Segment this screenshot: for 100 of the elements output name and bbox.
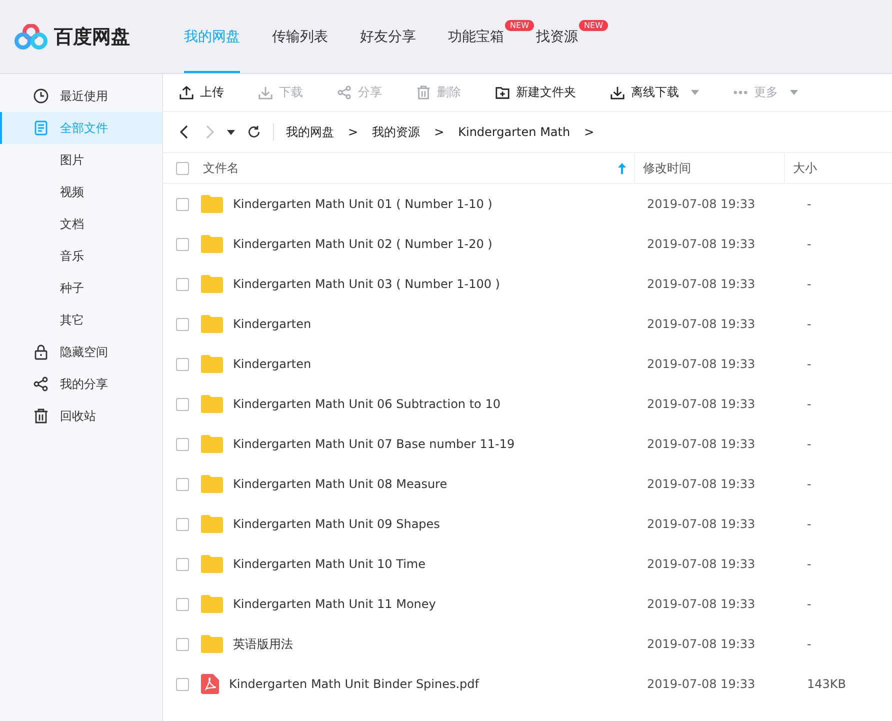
- file-name[interactable]: Kindergarten Math Unit 07 Base number 11-19: [233, 437, 515, 451]
- file-name[interactable]: Kindergarten: [233, 357, 312, 371]
- row-checkbox[interactable]: [176, 198, 189, 210]
- folder-icon: [201, 475, 223, 493]
- row-checkbox[interactable]: [176, 238, 189, 250]
- folder-icon: [201, 595, 223, 613]
- file-size: 143KB: [806, 677, 846, 691]
- row-checkbox[interactable]: [176, 478, 189, 490]
- sidebar-subitem[interactable]: 视频: [0, 176, 162, 208]
- file-size: -: [806, 317, 812, 331]
- modified-time: 2019-07-08 19:33: [646, 397, 756, 411]
- modified-time: 2019-07-08 19:33: [646, 197, 756, 211]
- modified-time: 2019-07-08 19:33: [646, 357, 756, 371]
- folder-icon: [201, 195, 223, 213]
- row-checkbox[interactable]: [176, 638, 189, 650]
- row-checkbox[interactable]: [176, 398, 189, 410]
- toolbar-button[interactable]: 上传: [179, 84, 224, 101]
- file-name[interactable]: Kindergarten Math Unit 06 Subtraction to 10: [233, 397, 500, 411]
- select-all-checkbox[interactable]: [176, 162, 189, 174]
- breadcrumb-link[interactable]: 我的网盘: [286, 124, 334, 140]
- file-size: -: [806, 437, 812, 451]
- modified-time: 2019-07-08 19:33: [646, 437, 756, 451]
- trash-icon: [416, 85, 431, 100]
- sidebar-item[interactable]: 最近使用: [0, 80, 162, 112]
- folder-icon: [201, 515, 223, 533]
- file-name[interactable]: 英语版用法: [233, 636, 293, 652]
- file-name[interactable]: Kindergarten: [233, 317, 312, 331]
- file-name[interactable]: Kindergarten Math Unit Binder Spines.pdf: [229, 677, 480, 691]
- file-size: -: [806, 357, 812, 371]
- pdf-file-icon: [201, 674, 219, 694]
- file-size: -: [806, 237, 812, 251]
- breadcrumb-separator: >: [584, 125, 594, 139]
- row-checkbox[interactable]: [176, 678, 189, 690]
- modified-time: 2019-07-08 19:33: [646, 237, 756, 251]
- file-name[interactable]: Kindergarten Math Unit 11 Money: [233, 597, 436, 611]
- trash-icon: [33, 408, 49, 424]
- toolbar-button[interactable]: 新建文件夹: [495, 84, 576, 101]
- file-name[interactable]: Kindergarten Math Unit 03 ( Number 1-100 ): [233, 277, 500, 291]
- download-icon: [258, 85, 273, 100]
- column-header[interactable]: 文件名: [189, 153, 635, 183]
- modified-time: 2019-07-08 19:33: [646, 677, 756, 691]
- nav-tab[interactable]: 找资源: [536, 28, 578, 46]
- row-checkbox[interactable]: [176, 318, 189, 330]
- file-name[interactable]: Kindergarten Math Unit 09 Shapes: [233, 517, 440, 531]
- toolbar-button[interactable]: 离线下载: [610, 84, 699, 101]
- folder-icon: [201, 275, 223, 293]
- file-size: -: [806, 637, 812, 651]
- sidebar-item[interactable]: 隐藏空间: [0, 336, 162, 368]
- row-checkbox[interactable]: [176, 598, 189, 610]
- row-checkbox[interactable]: [176, 438, 189, 450]
- share-icon: [337, 85, 352, 100]
- file-name[interactable]: Kindergarten Math Unit 02 ( Number 1-20 ): [233, 237, 492, 251]
- nav-tab[interactable]: 功能宝箱: [448, 28, 504, 46]
- modified-time: 2019-07-08 19:33: [646, 517, 756, 531]
- file-name[interactable]: Kindergarten Math Unit 10 Time: [233, 557, 426, 571]
- nav-tab[interactable]: 好友分享: [360, 28, 416, 46]
- sidebar-subitem[interactable]: 文档: [0, 208, 162, 240]
- modified-time: 2019-07-08 19:33: [646, 557, 756, 571]
- lock-icon: [33, 344, 49, 360]
- file-size: -: [806, 597, 812, 611]
- sidebar-subitem[interactable]: 种子: [0, 272, 162, 304]
- sidebar-subitem[interactable]: 其它: [0, 304, 162, 336]
- logo-text: 百度网盘: [54, 24, 130, 50]
- modified-time: 2019-07-08 19:33: [646, 597, 756, 611]
- nav-tab[interactable]: 传输列表: [272, 28, 328, 46]
- column-header[interactable]: 大小: [785, 153, 817, 183]
- new-badge: NEW: [579, 20, 608, 31]
- file-size: -: [806, 517, 812, 531]
- document-icon: [33, 120, 49, 136]
- new-badge: NEW: [505, 20, 534, 31]
- row-checkbox[interactable]: [176, 278, 189, 290]
- column-header[interactable]: 修改时间: [635, 153, 785, 183]
- row-checkbox[interactable]: [176, 358, 189, 370]
- sidebar-subitem[interactable]: 图片: [0, 144, 162, 176]
- row-checkbox[interactable]: [176, 558, 189, 570]
- breadcrumb-link[interactable]: Kindergarten Math: [458, 125, 570, 139]
- row-checkbox[interactable]: [176, 518, 189, 530]
- file-name[interactable]: Kindergarten Math Unit 08 Measure: [233, 477, 448, 491]
- sidebar-item[interactable]: 回收站: [0, 400, 162, 432]
- file-size: -: [806, 277, 812, 291]
- refresh-icon[interactable]: [247, 125, 261, 139]
- folder-icon: [201, 635, 223, 653]
- breadcrumb-separator: >: [434, 125, 444, 139]
- clock-icon: [33, 88, 49, 104]
- folder-icon: [201, 315, 223, 333]
- download-icon: [610, 85, 625, 100]
- sidebar-subitem[interactable]: 音乐: [0, 240, 162, 272]
- folder-icon: [201, 555, 223, 573]
- dropdown-icon[interactable]: [227, 130, 235, 134]
- sidebar-item[interactable]: 我的分享: [0, 368, 162, 400]
- file-name[interactable]: Kindergarten Math Unit 01 ( Number 1-10 ): [233, 197, 492, 211]
- folder-icon: [201, 435, 223, 453]
- modified-time: 2019-07-08 19:33: [646, 277, 756, 291]
- file-size: -: [806, 397, 812, 411]
- new-folder-icon: [495, 85, 510, 100]
- modified-time: 2019-07-08 19:33: [646, 317, 756, 331]
- breadcrumb-link[interactable]: 我的资源: [372, 124, 420, 140]
- file-size: -: [806, 197, 812, 211]
- folder-icon: [201, 355, 223, 373]
- breadcrumb-separator: >: [348, 125, 358, 139]
